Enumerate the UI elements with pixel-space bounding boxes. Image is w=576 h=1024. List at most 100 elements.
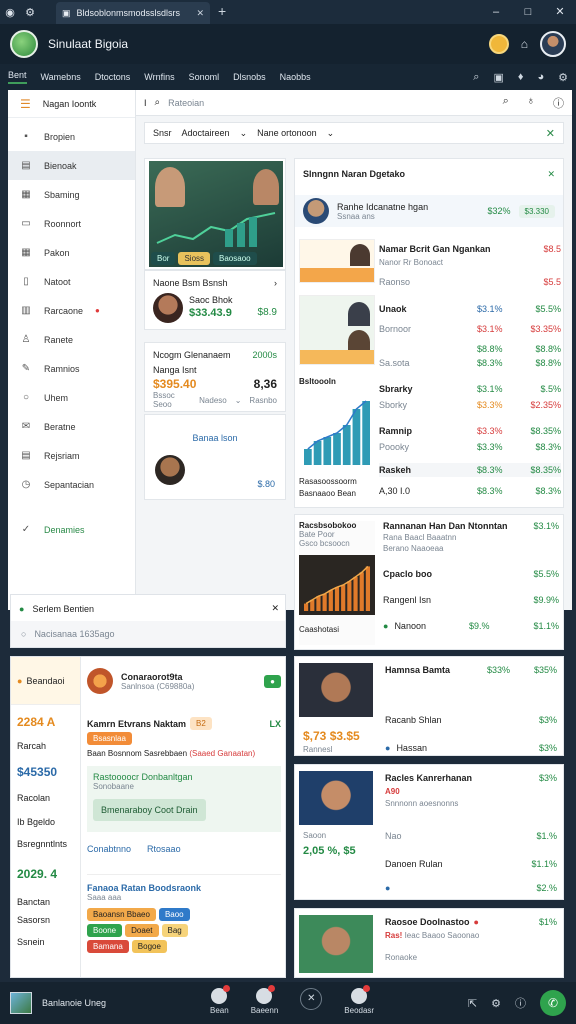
sidebar-item-ranete[interactable]: ♙ Ranete <box>8 325 135 354</box>
tag-pill[interactable]: Baoo <box>158 908 190 921</box>
tag-pill[interactable]: Doaet <box>125 924 159 937</box>
search-icon[interactable]: ⌕ <box>473 71 479 84</box>
sidebar-item-ramnios[interactable]: ✎ Ramnios <box>8 354 135 383</box>
sidebar-item-bropien[interactable]: ▪ Bropien <box>8 122 135 151</box>
close-icon[interactable]: ✕ <box>271 603 279 614</box>
person-row-label: Ronaoke <box>385 953 418 962</box>
tab-close-icon[interactable]: ✕ <box>196 8 204 19</box>
bag-icon[interactable]: ⌂ <box>521 37 528 51</box>
table-row[interactable]: Unaok $3.1% $5.5% <box>379 303 561 315</box>
hamburger-icon[interactable]: ☰ <box>20 97 31 111</box>
new-tab-button[interactable]: + <box>218 3 226 19</box>
sidebar-item-uhem[interactable]: ○ Uhem <box>8 383 135 412</box>
menu-item-wamebns[interactable]: Wamebns <box>41 72 81 82</box>
table-row[interactable]: $8.8% $8.8% <box>379 343 561 355</box>
browser-tab[interactable]: ▣ Bldsoblonmsmodsslsdlsrs ✕ <box>56 2 210 24</box>
sidebar-item-rejsriam[interactable]: ▤ Rejsriam <box>8 441 135 470</box>
table-row[interactable]: Poooky $3.3% $8.3% <box>379 441 561 453</box>
person-card[interactable]: Saoon 2,05 %, $5 Racles Kanrerhanan $3% A… <box>294 764 564 900</box>
table-row[interactable]: Sborky $3.3% $2.35% <box>379 399 561 411</box>
taskbar-item[interactable]: Bean <box>210 985 231 1015</box>
search-input[interactable]: Rateoian <box>168 98 204 108</box>
sidebar-item-pakon[interactable]: ▦ Pakon <box>8 238 135 267</box>
summary-card[interactable]: Ncogm Glenanaem 2000s Nanga Isnt $395.40… <box>144 342 286 412</box>
close-button[interactable]: ✕ <box>300 988 323 1010</box>
table-row[interactable]: Namar Bcrit Gan Ngankan $8.5 <box>379 243 561 255</box>
tag-pill[interactable]: Baoansn Bbaeo <box>87 908 156 921</box>
right-panel-featured-row[interactable]: Ranhe Idcanatne hgan Ssnaa ans $32% $3.3… <box>295 195 563 227</box>
contact-link[interactable]: Banaa lson <box>145 433 285 443</box>
table-row[interactable]: Bornoor $3.1% $3.35% <box>379 323 561 335</box>
thumb-card[interactable] <box>299 295 375 365</box>
close-button[interactable]: ✕ <box>544 0 576 24</box>
contact-card[interactable]: Banaa lson $.80 <box>144 414 286 500</box>
sidebar-item-natoot[interactable]: ▯ Natoot <box>8 267 135 296</box>
sidebar-footer-link[interactable]: ✓ Denamies <box>8 515 135 544</box>
settings-icon[interactable]: ⚙ <box>491 997 501 1010</box>
chevron-down-icon[interactable]: ⌄ <box>240 128 248 139</box>
sidebar-item-beratne[interactable]: ✉ Beratne <box>8 412 135 441</box>
phone-button[interactable]: ✆ <box>540 990 566 1016</box>
menu-item-naobbs[interactable]: Naobbs <box>280 72 311 82</box>
menu-item-bent[interactable]: Bent <box>8 70 27 84</box>
bag-icon[interactable]: ▣ <box>493 71 503 84</box>
chevron-right-icon[interactable]: › <box>274 278 277 288</box>
chart-bar <box>347 581 352 611</box>
sidebar-item-sepantacian[interactable]: ◷ Sepantacian <box>8 470 135 499</box>
info-icon[interactable]: ⓘ <box>553 95 564 111</box>
filter-select-2[interactable]: Nane ortonoon <box>257 128 317 138</box>
menu-item-dtoctons[interactable]: Dtoctons <box>95 72 131 82</box>
app-thumbnail[interactable] <box>10 992 32 1014</box>
app-menu-icon[interactable]: ◉ <box>0 2 20 22</box>
detail-link-1[interactable]: Conabtnno <box>87 844 131 854</box>
taskbar-item[interactable]: Baeenn <box>251 985 278 1015</box>
table-row[interactable]: Raonso $5.5 <box>379 277 561 287</box>
filter-select-1[interactable]: Adoctaireen <box>182 128 230 138</box>
search-icon[interactable]: ⌕ <box>503 95 509 111</box>
detail-link-2[interactable]: Rtosaao <box>147 844 181 854</box>
settings-icon[interactable]: ⚙ <box>558 71 568 84</box>
taskbar-item[interactable]: Beodasr <box>344 985 374 1015</box>
tag-pill[interactable]: Boone <box>87 924 123 937</box>
table-row[interactable]: Ramnip $3.3% $8.35% <box>379 425 561 437</box>
detail-action-button[interactable]: Bmenaraboy Coot Drain <box>93 799 206 821</box>
tag-pill[interactable]: Bag <box>161 924 188 937</box>
close-icon[interactable]: ✕ <box>547 169 555 180</box>
thumb-bar <box>300 268 374 282</box>
table-row[interactable]: Sbrarky $3.1% $.5% <box>379 383 561 395</box>
feature-card[interactable]: Bor Sioss Baosaoo <box>144 158 286 270</box>
minimize-button[interactable]: – <box>480 0 512 24</box>
tag-icon[interactable]: ♦ <box>518 71 524 84</box>
person-card[interactable]: $,73 $3.$5 Rannesl Hamnsa Bamta $33% $35% … <box>294 656 564 756</box>
chevron-down-icon[interactable]: ⌄ <box>235 396 242 405</box>
table-row[interactable]: A,30 I.0 $8.3% $8.3% <box>379 485 561 497</box>
radio-icon[interactable]: ○ <box>21 629 26 639</box>
sidebar-item-sbaming[interactable]: ▦ Sbaming <box>8 180 135 209</box>
clear-filter-icon[interactable]: ✕ <box>546 127 555 140</box>
user-icon[interactable]: ◕ <box>537 71 544 84</box>
sidebar-item-rarcaone[interactable]: ▥ Rarcaone ● <box>8 296 135 325</box>
tag-pill[interactable]: Bamana <box>87 940 129 953</box>
coin-icon[interactable] <box>488 34 509 54</box>
maximize-button[interactable]: □ <box>512 0 544 24</box>
sidebar-item-bienoak[interactable]: ▤ Bienoak <box>8 151 135 180</box>
table-row[interactable]: Sa.sota $8.3% $8.8% <box>379 357 561 369</box>
pin-icon[interactable]: ♁ <box>527 95 535 111</box>
chart-bar <box>334 587 340 611</box>
thumb-card[interactable] <box>299 239 375 283</box>
info-icon[interactable]: ⓘ <box>515 995 526 1011</box>
share-icon[interactable]: ⇱ <box>468 997 477 1010</box>
profile-card[interactable]: Naone Bsm Bsnsh › Saoc Bhok $33.43.9 $8.… <box>144 270 286 330</box>
person-card[interactable]: Raosoe Doolnastoo ● $1% Ras! Ieac Baaoo Sa… <box>294 908 564 978</box>
chevron-down-icon[interactable]: ⌄ <box>327 128 335 139</box>
menu-item-wrnfins[interactable]: Wrnfins <box>144 72 174 82</box>
tag-pill[interactable]: Bogoe <box>131 940 167 953</box>
table-row[interactable]: Raskeh $8.3% $8.35% <box>379 463 561 477</box>
menu-item-sonoml[interactable]: Sonoml <box>189 72 220 82</box>
menu-item-dlsnobs[interactable]: Dlsnobs <box>233 72 266 82</box>
user-avatar[interactable] <box>540 31 566 57</box>
settings-icon[interactable]: ⚙ <box>20 2 40 22</box>
sidebar-item-roonnort[interactable]: ▭ Roonnort <box>8 209 135 238</box>
row-name: Ramnip <box>379 426 413 436</box>
person-v1: $33% <box>487 665 511 675</box>
